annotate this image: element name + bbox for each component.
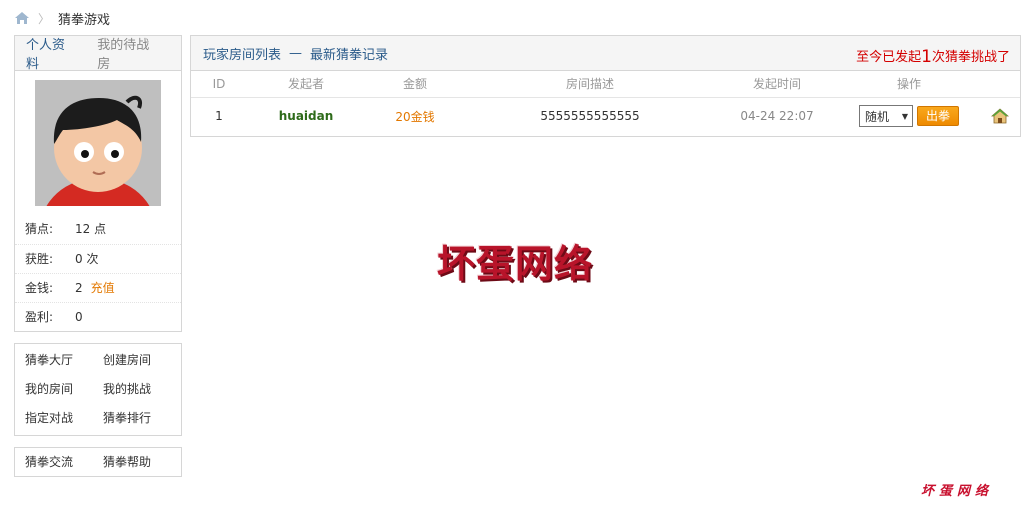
challenge-count-text: 至今已发起1次猜拳挑战了 [856, 47, 1010, 67]
room-panel: 玩家房间列表 — 最新猜拳记录 至今已发起1次猜拳挑战了 ID 发起者 金额 房… [190, 35, 1021, 137]
breadcrumb-separator: 〉 [38, 11, 51, 26]
nav-row: 我的房间 我的挑战 [15, 375, 181, 404]
home-icon[interactable] [14, 11, 30, 25]
cell-room-link [979, 97, 1020, 135]
col-extra [979, 71, 1020, 98]
breadcrumb: 〉 猜拳游戏 [14, 8, 110, 28]
nav-row: 指定对战 猜拳排行 [15, 404, 181, 433]
cell-action: 随机 ▼ 出拳 [839, 97, 979, 135]
nav-my-challenges[interactable]: 我的挑战 [103, 375, 181, 404]
tab-latest-records[interactable]: 最新猜拳记录 [310, 44, 388, 63]
house-icon[interactable] [990, 108, 1009, 124]
breadcrumb-current: 猜拳游戏 [58, 12, 111, 28]
avatar-image [35, 80, 161, 206]
col-description: 房间描述 [465, 71, 715, 98]
col-initiator: 发起者 [247, 71, 365, 98]
nav-help[interactable]: 猜拳帮助 [103, 448, 181, 476]
avatar [35, 80, 161, 206]
stat-money: 金钱: 2 充值 [15, 273, 181, 302]
cell-time: 04-24 22:07 [740, 109, 814, 124]
room-panel-header: 玩家房间列表 — 最新猜拳记录 至今已发起1次猜拳挑战了 [191, 36, 1020, 71]
nav-row: 猜拳交流 猜拳帮助 [15, 448, 181, 476]
stat-points: 猜点: 12 点 [25, 222, 107, 236]
tab-profile[interactable]: 个人资料 [26, 34, 76, 72]
nav-lobby[interactable]: 猜拳大厅 [25, 346, 103, 375]
cell-id: 1 [215, 109, 223, 124]
sidebar: 个人资料 我的待战房 猜点: 12 点 获胜: 0 次 金钱: 2 充值 盈利:… [14, 35, 182, 477]
col-amount: 金额 [365, 71, 465, 98]
nav-community[interactable]: 猜拳交流 [25, 448, 103, 476]
watermark-footer: 坏蛋网络 [921, 484, 994, 499]
nav-create-room[interactable]: 创建房间 [103, 346, 181, 375]
nav-ranking[interactable]: 猜拳排行 [103, 404, 181, 433]
avatar-wrap [15, 71, 181, 215]
col-time: 发起时间 [715, 71, 839, 98]
stats-list: 猜点: 12 点 获胜: 0 次 金钱: 2 充值 盈利: 0 [15, 215, 181, 331]
watermark-logo: 坏蛋网络 [437, 241, 594, 286]
table-header-row: ID 发起者 金额 房间描述 发起时间 操作 [191, 71, 1020, 98]
profile-panel: 个人资料 我的待战房 猜点: 12 点 获胜: 0 次 金钱: 2 充值 盈利:… [14, 35, 182, 332]
profile-tabs: 个人资料 我的待战房 [15, 34, 181, 72]
stat-wins: 获胜: 0 次 [15, 244, 181, 273]
challenge-count: 1 [921, 47, 932, 67]
cell-amount: 20金钱 [395, 109, 435, 124]
cell-user[interactable]: huaidan [247, 97, 365, 135]
stat-profit: 盈利: 0 [15, 302, 181, 331]
room-table: ID 发起者 金额 房间描述 发起时间 操作 1 huaidan 20金钱 55… [191, 71, 1020, 135]
chevron-down-icon: ▼ [901, 111, 908, 121]
col-action: 操作 [839, 71, 979, 98]
cell-description: 5555555555555 [540, 109, 640, 124]
nav-menu-secondary: 猜拳交流 猜拳帮助 [14, 447, 182, 477]
table-row: 1 huaidan 20金钱 5555555555555 04-24 22:07… [191, 97, 1020, 135]
nav-designated-battle[interactable]: 指定对战 [25, 404, 103, 433]
gesture-select[interactable]: 随机 ▼ [859, 105, 913, 128]
tab-pending-rooms[interactable]: 我的待战房 [97, 34, 160, 72]
nav-row: 猜拳大厅 创建房间 [15, 346, 181, 375]
play-button[interactable]: 出拳 [917, 106, 959, 127]
col-id: ID [191, 71, 247, 98]
recharge-link[interactable]: 充值 [91, 281, 115, 295]
nav-my-rooms[interactable]: 我的房间 [25, 375, 103, 404]
nav-menu: 猜拳大厅 创建房间 我的房间 我的挑战 指定对战 猜拳排行 [14, 343, 182, 436]
header-dash: — [289, 45, 303, 61]
tab-room-list[interactable]: 玩家房间列表 [203, 44, 281, 63]
